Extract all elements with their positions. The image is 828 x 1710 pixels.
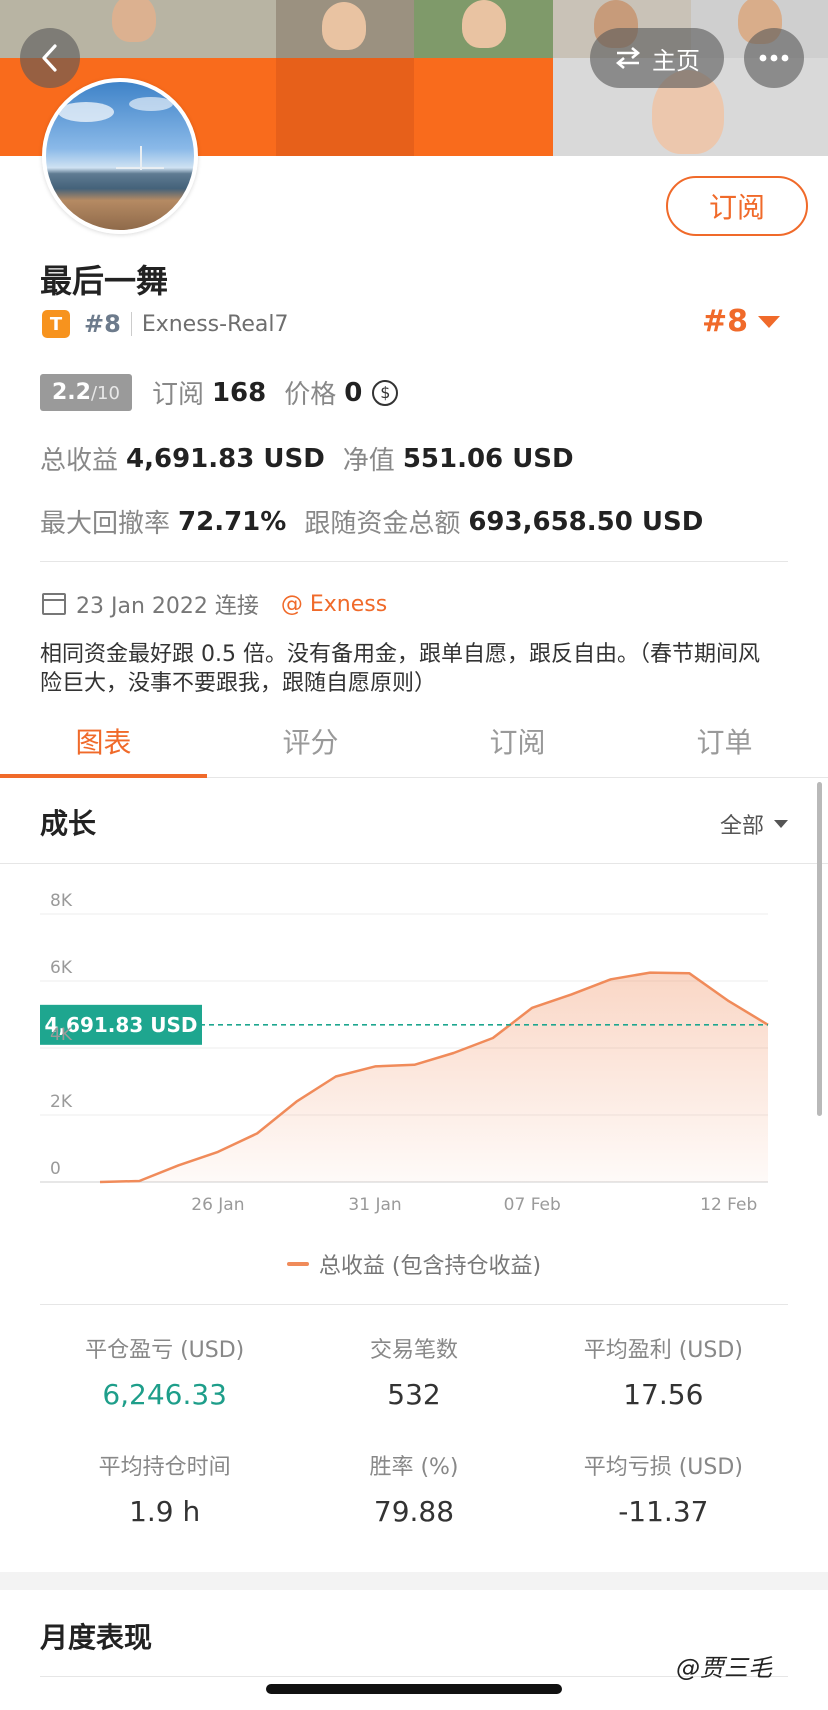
more-dots-icon (759, 54, 789, 62)
metric-label: 平均盈利 (USD) (583, 1338, 743, 1363)
drawdown-row: 最大回撤率 72.71% 跟随资金总额 693,658.50 USD (40, 503, 721, 540)
metric-avg-hold-time: 平均持仓时间 1.9 h (40, 1449, 289, 1528)
metric-label: 胜率 (%) (369, 1455, 459, 1480)
total-profit-label: 总收益 (40, 446, 119, 476)
metrics-grid: 平仓盈亏 (USD) 6,246.33 交易笔数 532 平均盈利 (USD) … (40, 1332, 788, 1528)
divider (40, 561, 788, 562)
metric-value: 1.9 h (129, 1495, 201, 1528)
y-tick-label: 2K (50, 1092, 73, 1112)
trader-meta: T #8 Exness-Real7 (42, 306, 289, 342)
metric-trade-count: 交易笔数 532 (289, 1332, 538, 1411)
metric-value: 17.56 (623, 1378, 704, 1411)
tab-bar: 图表 评分 订阅 订单 (0, 704, 828, 778)
metric-value: 6,246.33 (102, 1378, 227, 1411)
growth-title: 成长 (40, 807, 97, 840)
metric-closed-pnl: 平仓盈亏 (USD) 6,246.33 (40, 1332, 289, 1411)
tab-chart[interactable]: 图表 (0, 704, 207, 778)
trader-name: 最后一舞 (40, 262, 169, 300)
x-tick-label: 26 Jan (191, 1195, 244, 1215)
legend-label: 总收益 (包含持仓收益) (318, 1254, 542, 1279)
divider (40, 1304, 788, 1305)
x-tick-label: 07 Feb (504, 1195, 561, 1215)
chevron-left-icon (42, 44, 57, 72)
price-value: 0 (344, 377, 363, 408)
metric-value: -11.37 (618, 1495, 709, 1528)
equity-value: 551.06 USD (402, 443, 574, 474)
growth-filter-dropdown[interactable]: 全部 (720, 808, 788, 840)
trader-type-badge: T (42, 310, 70, 338)
triangle-down-icon (758, 315, 781, 328)
metric-label: 平均亏损 (USD) (583, 1455, 743, 1480)
equity-label: 净值 (342, 446, 395, 476)
back-button[interactable] (20, 28, 80, 88)
metric-value: 79.88 (373, 1495, 455, 1528)
strategy-description: 相同资金最好跟 0.5 倍。没有备用金，跟单自愿，跟反自由。（春节期间风险巨大，… (40, 642, 760, 696)
avatar-photo (58, 97, 173, 170)
rank-small: #8 (84, 310, 121, 338)
broker-link[interactable]: @ Exness (281, 592, 387, 617)
banner-face (462, 0, 506, 48)
x-tick-label: 31 Jan (348, 1195, 401, 1215)
subscribers-count: 168 (211, 377, 267, 408)
swap-icon (615, 47, 641, 69)
score-max: /10 (90, 383, 120, 404)
rank-dropdown[interactable]: #8 (702, 304, 781, 339)
account-name: Exness-Real7 (141, 311, 289, 337)
metric-win-rate: 胜率 (%) 79.88 (289, 1449, 538, 1528)
total-profit-value: 4,691.83 USD (126, 443, 325, 474)
metric-avg-profit: 平均盈利 (USD) 17.56 (539, 1332, 788, 1411)
metric-value: 532 (387, 1378, 441, 1411)
y-tick-label: 6K (50, 958, 73, 978)
max-drawdown-label: 最大回撤率 (40, 509, 171, 539)
watermark: @贾三毛 (676, 1654, 772, 1682)
legend-swatch (286, 1262, 309, 1266)
monthly-title: 月度表现 (40, 1621, 153, 1654)
connect-row: 23 Jan 2022 连接 @ Exness (42, 588, 387, 620)
meta-separator (130, 312, 132, 336)
metric-label: 平均持仓时间 (98, 1455, 231, 1480)
banner-orange (276, 58, 414, 156)
banner-face (112, 0, 156, 42)
growth-chart: 4,691.83 USD 0 2K 4K 6K 8K 26 Jan 31 Jan 07 Feb… (0, 880, 828, 1220)
banner-face (322, 2, 366, 50)
copy-funds-value: 693,658.50 USD (468, 506, 704, 537)
section-gap (0, 1572, 828, 1590)
chart-legend: 总收益 (包含持仓收益) (0, 1248, 828, 1280)
growth-area (100, 972, 768, 1182)
more-button[interactable] (744, 28, 804, 88)
x-tick-label: 12 Feb (700, 1195, 757, 1215)
home-switch-button[interactable]: 主页 (590, 28, 724, 88)
score-row: 2.2/10 订阅 168 价格 0 $ (40, 374, 399, 411)
y-tick-label: 0 (50, 1159, 61, 1179)
tab-orders[interactable]: 订单 (621, 704, 828, 777)
max-drawdown-value: 72.71% (178, 506, 287, 537)
triangle-down-icon (774, 820, 788, 828)
banner-orange (414, 58, 553, 156)
score-badge: 2.2/10 (40, 374, 132, 411)
metric-label: 交易笔数 (369, 1338, 458, 1363)
score-value: 2.2 (52, 380, 91, 405)
price-label: 价格 (284, 380, 337, 410)
tab-rating[interactable]: 评分 (207, 704, 414, 777)
home-label: 主页 (652, 46, 700, 75)
copy-funds-label: 跟随资金总额 (304, 509, 461, 539)
subscribe-button[interactable]: 订阅 (666, 176, 808, 236)
growth-header: 成长 全部 (0, 778, 828, 864)
home-indicator[interactable] (266, 1684, 562, 1694)
subscribers-label: 订阅 (151, 380, 204, 410)
metric-avg-loss: 平均亏损 (USD) -11.37 (539, 1449, 788, 1528)
growth-filter-label: 全部 (719, 814, 764, 839)
rank-display: #8 (702, 304, 749, 339)
growth-chart-svg: 4,691.83 USD 02K4K6K8K26 Jan 31 Jan 07 Feb… (40, 891, 769, 1215)
tab-subscription[interactable]: 订阅 (414, 704, 621, 777)
calendar-icon (42, 593, 66, 615)
metric-label: 平仓盈亏 (USD) (85, 1338, 245, 1363)
y-tick-label: 4K (50, 1025, 73, 1045)
coin-icon: $ (372, 379, 399, 406)
profit-row: 总收益 4,691.83 USD 净值 551.06 USD (40, 440, 592, 477)
avatar[interactable] (42, 78, 198, 234)
y-tick-label: 8K (50, 891, 73, 911)
connect-date: 23 Jan 2022 连接 (76, 594, 259, 619)
